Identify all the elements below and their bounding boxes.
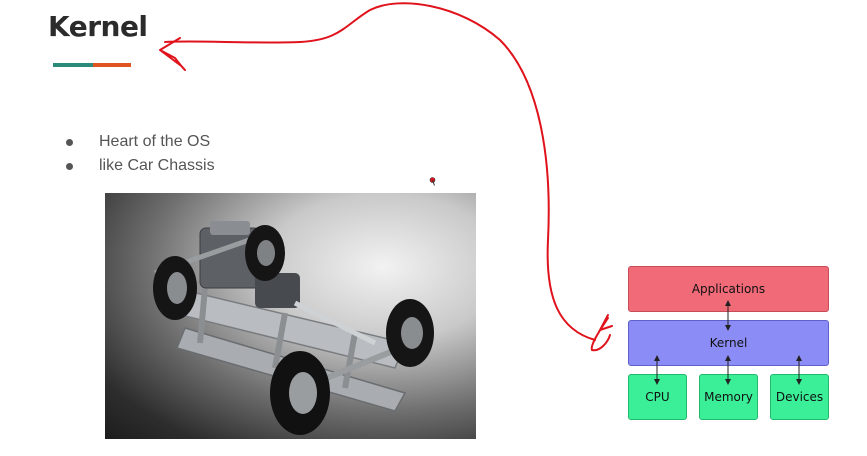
car-chassis-photo	[105, 193, 476, 439]
bullet-list: Heart of the OS like Car Chassis	[62, 130, 215, 178]
bullet-text: Heart of the OS	[99, 133, 211, 150]
diagram-box-cpu: CPU	[628, 374, 687, 420]
bullet-dot-icon	[66, 138, 73, 146]
bullet-dot-icon	[66, 162, 73, 170]
diagram-box-devices: Devices	[770, 374, 829, 420]
slide-title: Kernel	[48, 10, 148, 43]
bullet-text: like Car Chassis	[99, 157, 215, 174]
mouse-cursor-icon	[429, 177, 436, 186]
diagram-box-kernel: Kernel	[628, 320, 829, 366]
title-underline-teal	[53, 63, 93, 67]
diagram-box-memory: Memory	[699, 374, 758, 420]
diagram-box-applications: Applications	[628, 266, 829, 312]
bullet-item: Heart of the OS	[62, 130, 215, 154]
title-underline-orange	[93, 63, 131, 67]
bullet-item: like Car Chassis	[62, 154, 215, 178]
chassis-illustration	[153, 221, 434, 435]
